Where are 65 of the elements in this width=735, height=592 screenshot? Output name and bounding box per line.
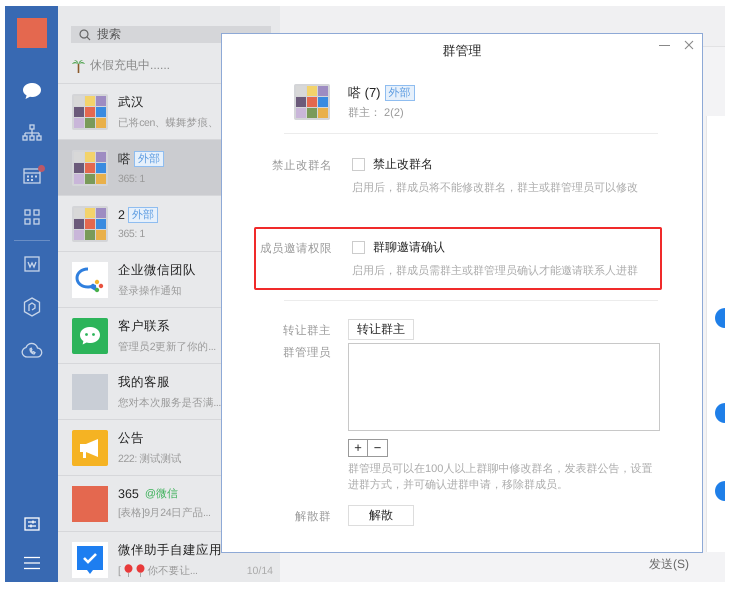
close-icon[interactable] — [684, 40, 694, 50]
chat-name: 365 — [118, 487, 139, 501]
group-avatar — [72, 206, 108, 242]
checkmark-bubble-logo — [72, 542, 108, 578]
add-button[interactable]: + — [348, 439, 368, 457]
menu-icon[interactable] — [22, 556, 40, 570]
chat-bubble-logo — [72, 318, 108, 354]
megaphone-logo — [72, 430, 108, 466]
chat-bubble-icon[interactable] — [22, 82, 42, 100]
option-label: 禁止改群名 — [373, 156, 433, 173]
chat-name: 武汉 — [118, 94, 144, 110]
message-preview: 您对本次服务是否满... — [118, 396, 221, 410]
tag-label: 外部 — [384, 85, 414, 101]
group-name: 嗒 (7) — [348, 84, 380, 102]
message-time: 10/14 — [246, 564, 273, 576]
setting-label: 群管理员 — [282, 346, 331, 361]
wechat-label: @微信 — [144, 487, 180, 501]
remove-button[interactable]: − — [368, 439, 388, 457]
avatar-placeholder — [72, 486, 108, 522]
message-preview: 已将cen、蝶舞梦痕、 — [118, 116, 219, 130]
chat-name: 嗒 — [118, 150, 131, 168]
setting-label: 转让群主 — [282, 323, 331, 338]
transfer-owner-button[interactable]: 转让群主 — [348, 319, 414, 340]
grid-icon[interactable] — [22, 208, 40, 226]
chat-name: 微伴助手自建应用 — [118, 542, 222, 558]
setting-description: 启用后，群成员将不能修改群名，群主或群管理员可以修改 — [352, 180, 638, 195]
search-placeholder: 搜索 — [97, 26, 121, 43]
dissolve-button[interactable]: 解散 — [348, 505, 414, 526]
chat-name: 2 — [118, 208, 125, 222]
tag-label: 外部 — [128, 207, 158, 223]
message-preview: 222: 测试测试 — [118, 452, 182, 466]
cube-icon[interactable] — [22, 297, 40, 317]
sliders-icon[interactable] — [22, 516, 40, 532]
speech-bubble-logo — [72, 262, 108, 298]
dialog-title: 群管理 — [442, 42, 482, 60]
checkbox[interactable] — [352, 241, 365, 254]
document-icon[interactable] — [22, 255, 40, 273]
search-icon — [79, 28, 91, 40]
message-preview: 你不要让... — [148, 564, 198, 578]
option-label: 群聊邀请确认 — [373, 239, 445, 256]
message-preview: [表格]9月24日产品... — [118, 506, 211, 520]
group-avatar — [72, 94, 108, 130]
admin-note: 群管理员可以在100人以上群聊中修改群名，发表群公告，设置进群方式，并可确认进群申请，移除群成员。 — [348, 462, 654, 493]
tag-label: 外部 — [134, 151, 164, 167]
send-button[interactable]: 发送(S) — [649, 556, 689, 573]
chat-name: 我的客服 — [118, 374, 170, 390]
checkbox[interactable] — [352, 158, 365, 171]
message-preview: 登录操作通知 — [118, 284, 182, 298]
chat-name: 企业微信团队 — [118, 262, 196, 278]
calendar-icon[interactable] — [22, 166, 42, 184]
chat-name: 客户联系 — [118, 318, 170, 334]
message-preview: 管理员2更新了你的... — [118, 340, 216, 354]
cloud-phone-icon[interactable] — [20, 341, 42, 359]
palm-tree-icon — [72, 58, 85, 72]
group-owner: 群主： 2(2) — [348, 106, 405, 120]
message-preview: 365: 1 — [118, 228, 145, 240]
status-text: 休假充电中...... — [90, 57, 170, 74]
setting-label: 解散群 — [294, 510, 331, 524]
photo-placeholder — [72, 374, 108, 410]
preview-bracket: [ — [118, 564, 121, 576]
chat-name: 公告 — [118, 430, 144, 446]
org-chart-icon[interactable] — [22, 124, 42, 142]
setting-description: 启用后，群成员需群主或群管理员确认才能邀请联系人进群 — [352, 264, 638, 278]
group-avatar — [294, 84, 330, 120]
group-avatar — [72, 150, 108, 186]
